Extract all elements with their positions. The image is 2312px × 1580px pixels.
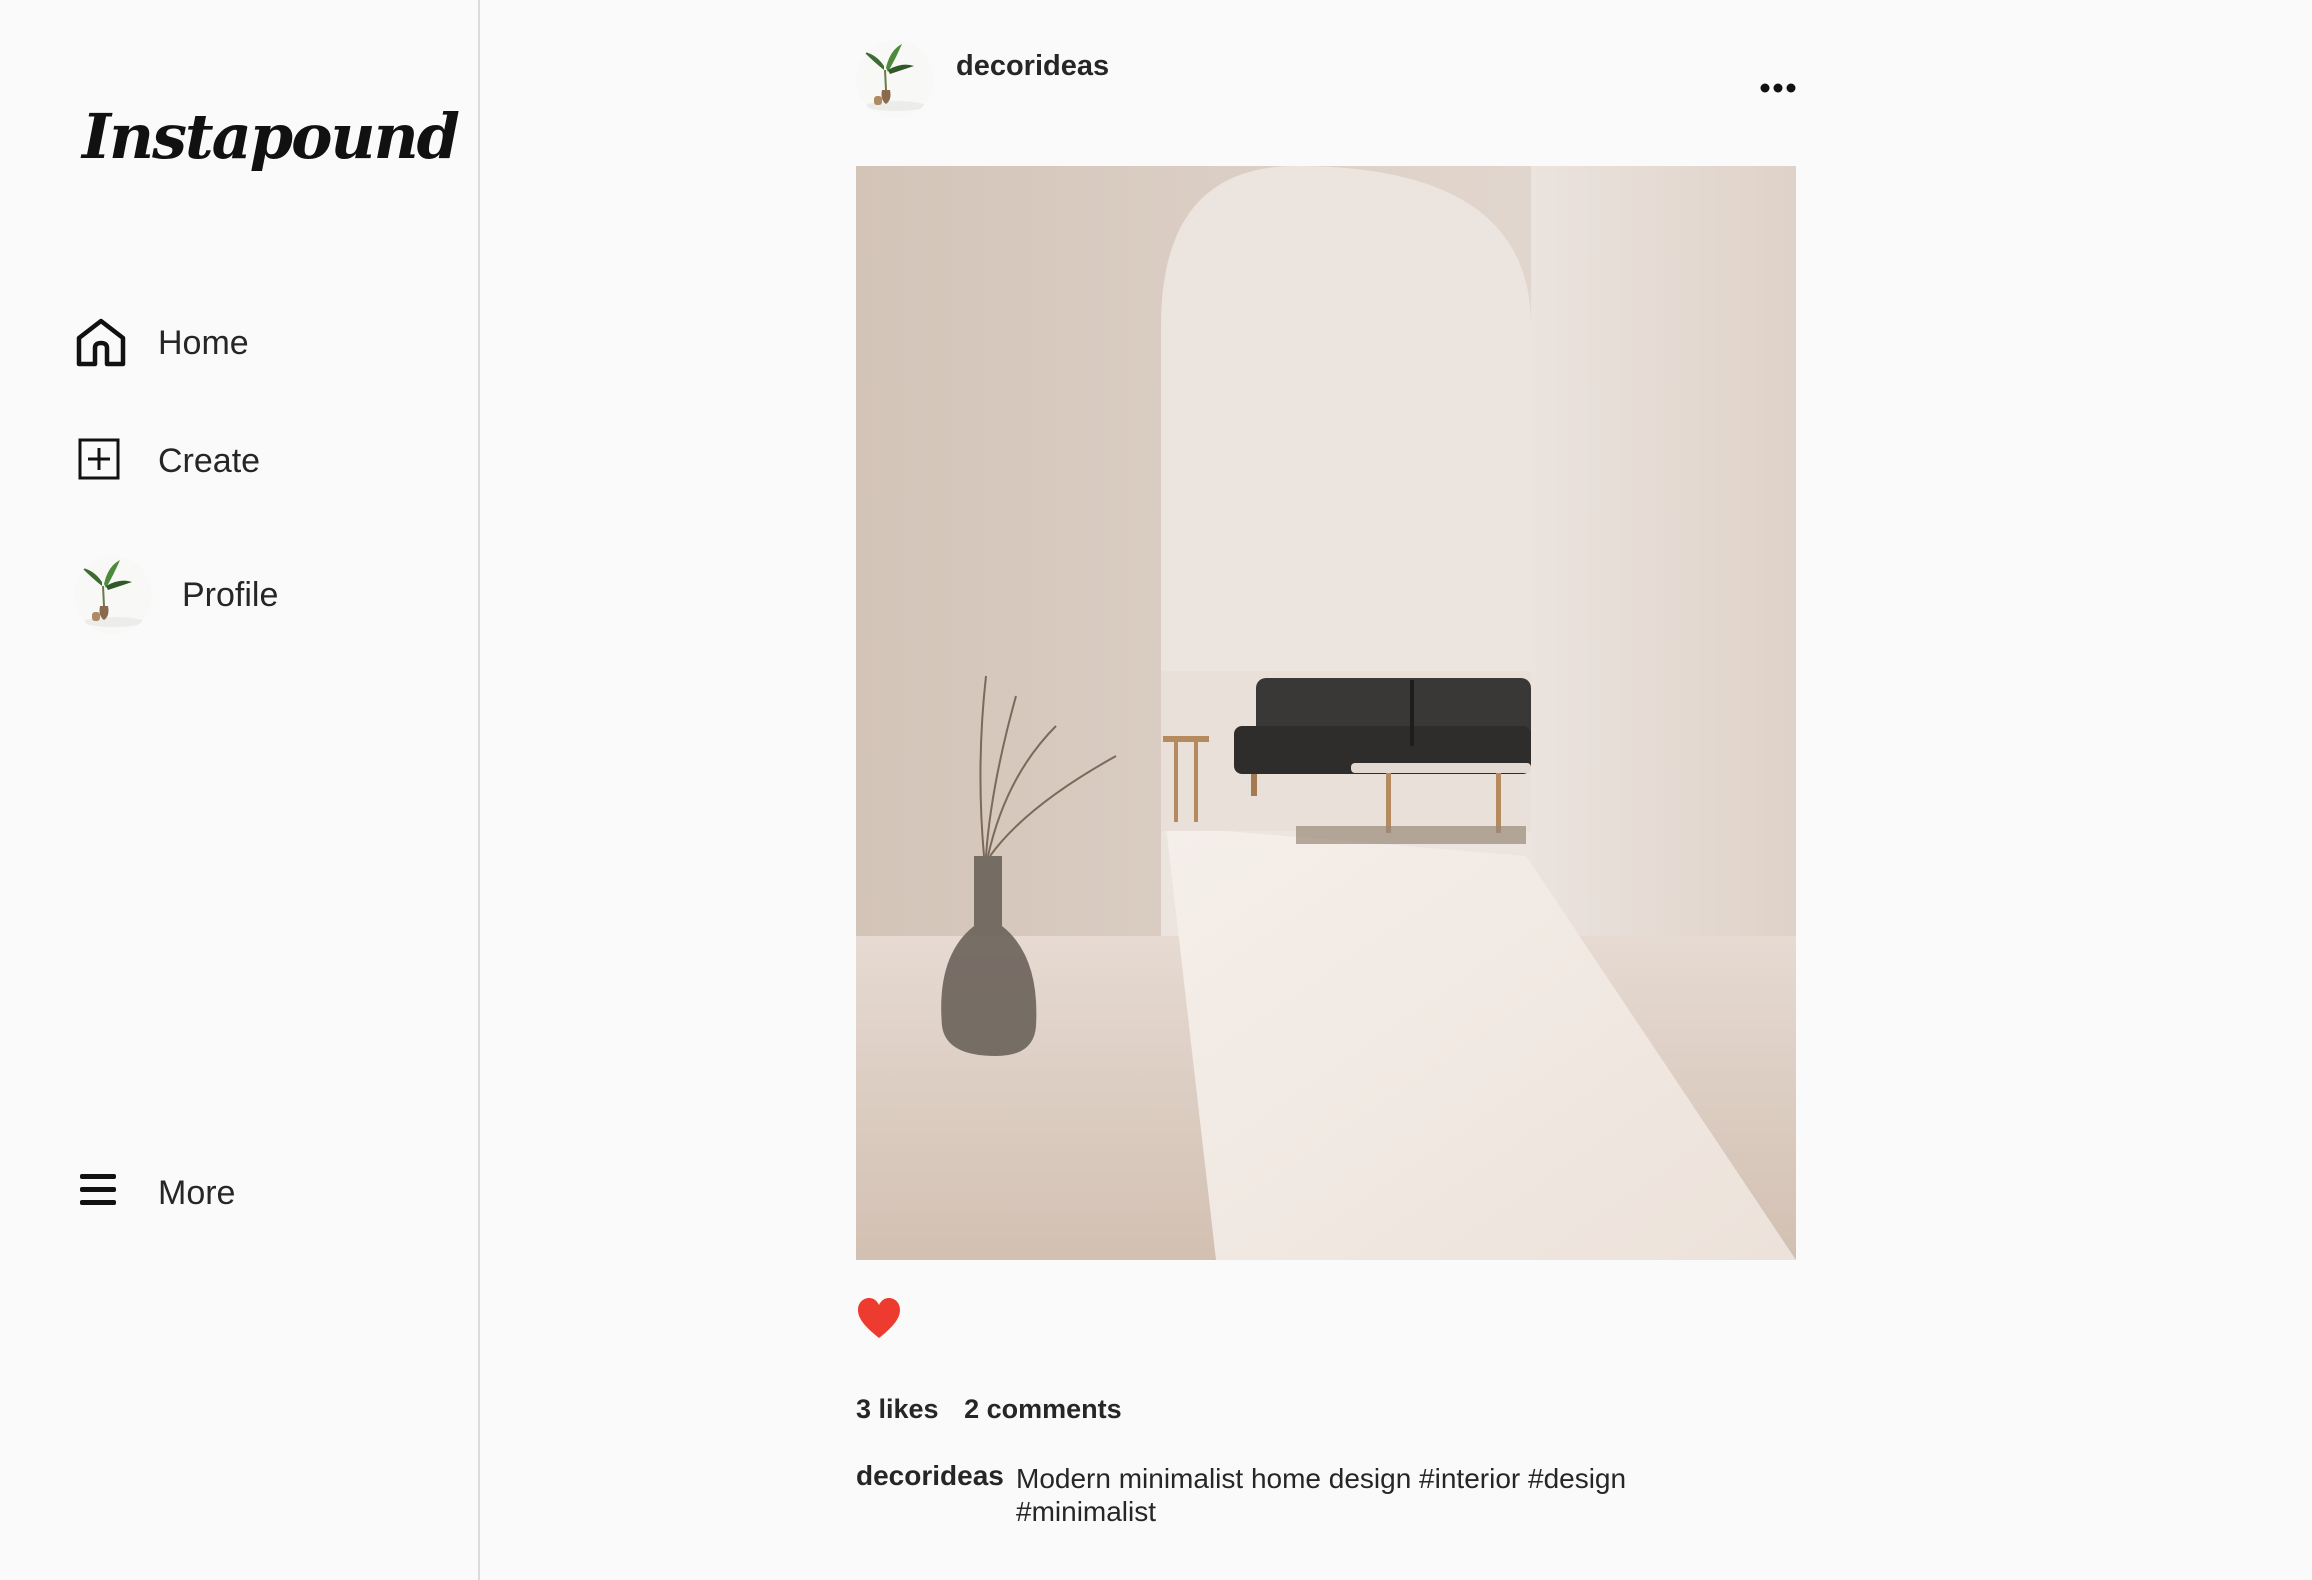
caption-username[interactable]: decorideas xyxy=(856,1460,1004,1492)
sidebar-item-label: More xyxy=(158,1173,236,1212)
home-icon xyxy=(76,318,126,367)
plant-vase-image xyxy=(856,40,934,118)
sidebar: Instapound Home Create Profile More xyxy=(0,0,480,1580)
avatar xyxy=(74,556,152,634)
feed: decorideas 3 likes 2 comments decorideas… xyxy=(480,0,2312,1580)
comments-count[interactable]: 2 comments xyxy=(964,1394,1122,1424)
app-logo[interactable]: Instapound xyxy=(82,100,460,173)
post-header: decorideas xyxy=(856,40,1796,120)
avatar[interactable] xyxy=(856,40,934,118)
interior-room-photo xyxy=(856,166,1796,1260)
sidebar-item-label: Create xyxy=(158,441,261,480)
sidebar-item-label: Profile xyxy=(182,575,279,614)
sidebar-item-create[interactable]: Create xyxy=(74,434,260,488)
post-username[interactable]: decorideas xyxy=(956,50,1109,83)
sidebar-item-label: Home xyxy=(158,323,249,362)
caption-text: Modern minimalist home design #interior … xyxy=(1016,1463,1627,1527)
likes-count[interactable]: 3 likes xyxy=(856,1394,939,1424)
sidebar-item-more[interactable]: More xyxy=(74,1166,235,1220)
plant-vase-image xyxy=(74,556,152,634)
more-options-icon[interactable] xyxy=(1760,82,1796,94)
hamburger-menu-icon xyxy=(80,1174,116,1205)
plus-square-icon xyxy=(78,438,120,480)
like-heart-icon[interactable] xyxy=(856,1296,902,1340)
sidebar-item-profile[interactable]: Profile xyxy=(74,556,278,634)
sidebar-item-home[interactable]: Home xyxy=(74,316,249,370)
post-image[interactable] xyxy=(856,166,1796,1260)
post-stats: 3 likes 2 comments xyxy=(856,1394,1140,1425)
